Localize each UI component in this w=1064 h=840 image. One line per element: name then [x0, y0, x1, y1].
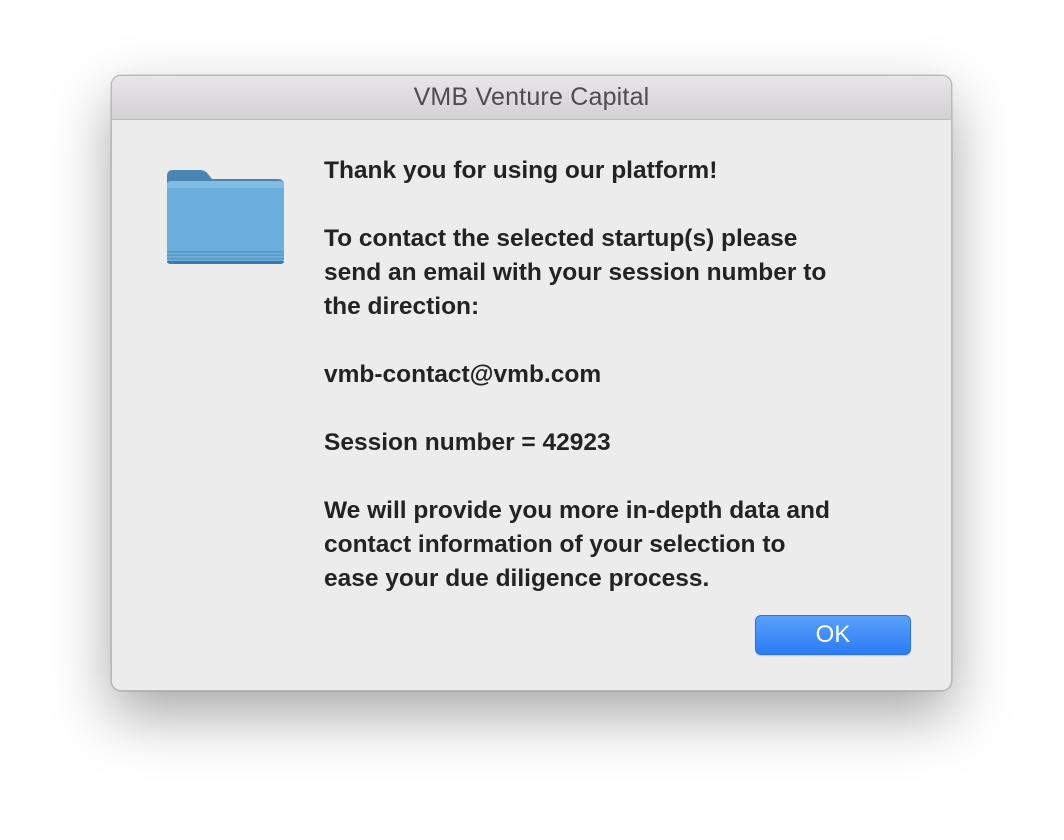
closing-paragraph: We will provide you more in-depth data a…: [324, 494, 924, 596]
window-title: VMB Venture Capital: [413, 83, 650, 111]
contact-email: vmb-contact@vmb.com: [324, 361, 602, 388]
closing-line: ease your due diligence process.: [324, 565, 710, 592]
message-heading: Thank you for using our platform!: [324, 154, 924, 188]
screen: VMB Venture Capital Thank you for using …: [0, 0, 1064, 840]
session-number: Session number = 42923: [324, 429, 611, 456]
alert-dialog: VMB Venture Capital Thank you for using …: [111, 75, 952, 691]
contact-paragraph: To contact the selected startup(s) pleas…: [324, 222, 924, 324]
contact-line: send an email with your session number t…: [324, 259, 827, 286]
email-paragraph: vmb-contact@vmb.com: [324, 358, 924, 392]
ok-button[interactable]: OK: [755, 615, 911, 655]
message-body: Thank you for using our platform! To con…: [324, 154, 924, 596]
folder-icon: [167, 170, 284, 264]
closing-line: contact information of your selection to: [324, 531, 786, 558]
contact-line: To contact the selected startup(s) pleas…: [324, 225, 798, 252]
session-paragraph: Session number = 42923: [324, 426, 924, 460]
closing-line: We will provide you more in-depth data a…: [324, 497, 830, 524]
contact-line: the direction:: [324, 293, 480, 320]
title-bar[interactable]: VMB Venture Capital: [112, 76, 951, 120]
heading-text: Thank you for using our platform!: [324, 157, 718, 184]
